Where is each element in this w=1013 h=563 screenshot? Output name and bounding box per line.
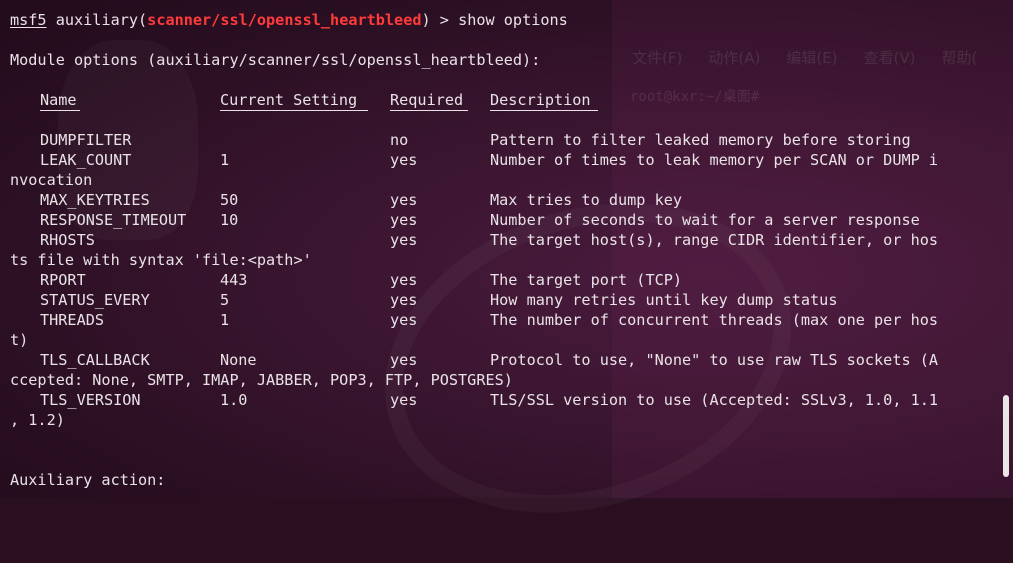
option-description: How many retries until key dump status — [490, 291, 838, 309]
option-current-setting: 50 — [220, 191, 239, 209]
options-header: Name Current Setting Required Descriptio… — [10, 90, 993, 110]
option-row: DUMPFILTER no Pattern to filter leaked mem… — [10, 130, 993, 150]
option-row: MAX_KEYTRIES 50 yes Max tries to dump key — [10, 190, 993, 210]
option-required: yes — [390, 231, 418, 249]
option-required: yes — [390, 191, 418, 209]
rule — [220, 110, 368, 111]
option-name: LEAK_COUNT — [40, 151, 132, 169]
option-current-setting: 443 — [220, 271, 248, 289]
command-line: msf5 auxiliary(scanner/ssl/openssl_heart… — [10, 10, 993, 30]
option-description: Number of times to leak memory per SCAN … — [490, 151, 939, 169]
prompt-module-path: scanner/ssl/openssl_heartbleed — [147, 11, 422, 29]
option-required: yes — [390, 271, 418, 289]
prompt-command: > show options — [430, 11, 568, 29]
option-current-setting: 1 — [220, 311, 230, 329]
rule — [490, 110, 598, 111]
option-row: LEAK_COUNT 1 yes Number of times to leak me… — [10, 150, 993, 170]
module-options-title: Module options (auxiliary/scanner/ssl/op… — [10, 51, 541, 69]
prompt-close: ) — [421, 11, 431, 29]
scrollbar-thumb[interactable] — [1003, 395, 1009, 477]
column-current-setting: Current Setting — [220, 91, 358, 109]
option-row: THREADS 1 yes The number of concurrent thre… — [10, 310, 993, 330]
scrollbar[interactable] — [1001, 0, 1009, 498]
option-current-setting: 1.0 — [220, 391, 248, 409]
option-row: TLS_CALLBACK None yes Protocol to use, "Non… — [10, 350, 993, 370]
option-description-wrap: ccepted: None, SMTP, IMAP, JABBER, POP3,… — [10, 371, 513, 389]
option-current-setting: 5 — [220, 291, 230, 309]
option-description: Max tries to dump key — [490, 191, 683, 209]
option-required: no — [390, 131, 409, 149]
option-name: TLS_VERSION — [40, 391, 141, 409]
column-description: Description — [490, 91, 591, 109]
terminal-output[interactable]: msf5 auxiliary(scanner/ssl/openssl_heart… — [10, 4, 993, 490]
option-description: The number of concurrent threads (max on… — [490, 311, 939, 329]
option-required: yes — [390, 291, 418, 309]
options-table: DUMPFILTER no Pattern to filter leaked mem… — [10, 130, 993, 430]
option-required: yes — [390, 211, 418, 229]
option-name: RESPONSE_TIMEOUT — [40, 211, 187, 229]
option-required: yes — [390, 151, 418, 169]
option-name: MAX_KEYTRIES — [40, 191, 150, 209]
option-row: RPORT 443 yes The target port (TCP) — [10, 270, 993, 290]
rule — [40, 110, 80, 111]
option-row: TLS_VERSION 1.0 yes TLS/SSL version to use … — [10, 390, 993, 410]
option-required: yes — [390, 311, 418, 329]
option-description-wrap: t) — [10, 331, 29, 349]
option-description: Pattern to filter leaked memory before s… — [490, 131, 911, 149]
option-row: STATUS_EVERY 5 yes How many retries until k… — [10, 290, 993, 310]
column-name: Name — [40, 91, 77, 109]
option-description-wrap: ts file with syntax 'file:<path>' — [10, 251, 312, 269]
option-description-wrap: , 1.2) — [10, 411, 65, 429]
column-required: Required — [390, 91, 464, 109]
prompt-prefix: msf5 — [10, 11, 47, 29]
option-description: Protocol to use, "None" to use raw TLS s… — [490, 351, 939, 369]
prompt-module-word: auxiliary( — [55, 11, 148, 29]
option-row: RESPONSE_TIMEOUT 10 yes Number of seconds t… — [10, 210, 993, 230]
option-name: STATUS_EVERY — [40, 291, 150, 309]
option-current-setting: 1 — [220, 151, 230, 169]
option-name: RPORT — [40, 271, 86, 289]
option-description: TLS/SSL version to use (Accepted: SSLv3,… — [490, 391, 939, 409]
rule — [390, 110, 468, 111]
auxiliary-action-title: Auxiliary action: — [10, 471, 166, 489]
option-description: The target port (TCP) — [490, 271, 683, 289]
options-header-rule — [10, 110, 993, 130]
option-required: yes — [390, 391, 418, 409]
option-row: RHOSTS yes The target host(s), range CIDR … — [10, 230, 993, 250]
option-required: yes — [390, 351, 418, 369]
option-name: TLS_CALLBACK — [40, 351, 150, 369]
option-name: RHOSTS — [40, 231, 95, 249]
option-description-wrap: nvocation — [10, 171, 93, 189]
option-current-setting: None — [220, 351, 257, 369]
option-description: Number of seconds to wait for a server r… — [490, 211, 920, 229]
option-name: THREADS — [40, 311, 105, 329]
option-current-setting: 10 — [220, 211, 239, 229]
option-description: The target host(s), range CIDR identifie… — [490, 231, 939, 249]
option-name: DUMPFILTER — [40, 131, 132, 149]
